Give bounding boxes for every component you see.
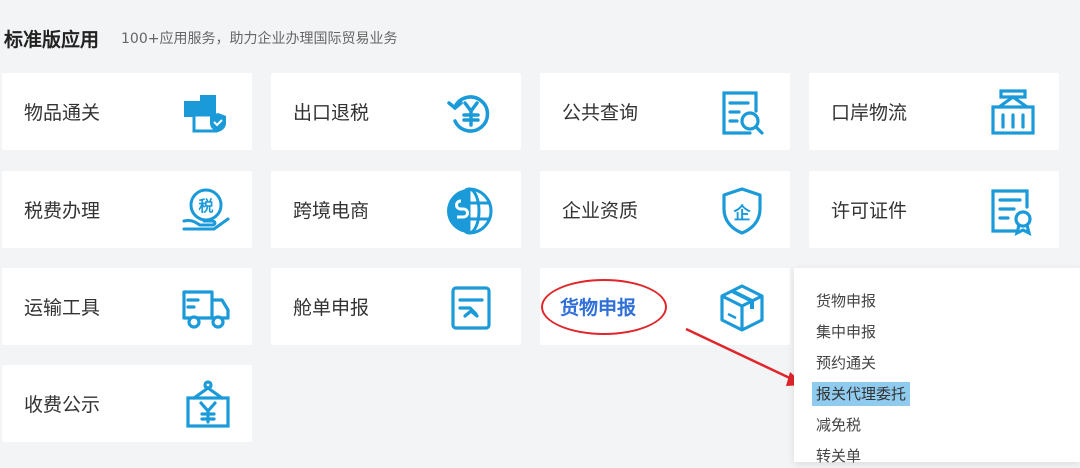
tile-label: 收费公示 (24, 394, 101, 416)
tile-label: 许可证件 (831, 200, 908, 222)
tile-label: 舱单申报 (293, 297, 370, 319)
tile-label: 跨境电商 (293, 200, 370, 222)
public-query-icon (714, 85, 770, 141)
section-title: 标准版应用 (4, 28, 100, 51)
tile-transport-vehicle[interactable]: 运输工具 (2, 268, 252, 345)
tile-label: 企业资质 (562, 200, 639, 222)
tile-label: 公共查询 (562, 102, 639, 124)
svg-text:税: 税 (198, 197, 213, 215)
section-header: 标准版应用 100+应用服务，助力企业办理国际贸易业务 (4, 22, 397, 54)
tile-goods-customs[interactable]: 物品通关 (2, 73, 252, 150)
cargo-declaration-icon (714, 280, 770, 336)
fee-notice-icon (180, 377, 236, 433)
tile-label: 口岸物流 (831, 102, 908, 124)
tile-cross-border-ecommerce[interactable]: 跨境电商 (271, 171, 521, 248)
license-certificate-icon (985, 183, 1041, 239)
manifest-declaration-icon (443, 280, 499, 336)
svg-text:企: 企 (733, 203, 752, 224)
tile-label: 税费办理 (24, 200, 101, 222)
tile-export-tax-refund[interactable]: 出口退税 (271, 73, 521, 150)
tile-public-query[interactable]: 公共查询 (540, 73, 790, 150)
tile-cargo-declaration[interactable]: 货物申报 (540, 268, 790, 345)
port-logistics-icon (985, 85, 1041, 141)
tile-label: 物品通关 (24, 102, 101, 124)
tile-label: 出口退税 (293, 102, 370, 124)
cargo-submenu: 货物申报 集中申报 预约通关 报关代理委托 减免税 转关单 (794, 268, 1080, 465)
submenu-item-cargo-declaration[interactable]: 货物申报 (816, 289, 876, 313)
transport-truck-icon (178, 280, 234, 336)
tile-label: 货物申报 (560, 297, 637, 319)
tile-manifest-declaration[interactable]: 舱单申报 (271, 268, 521, 345)
cross-border-ecommerce-icon (441, 183, 497, 239)
tile-port-logistics[interactable]: 口岸物流 (809, 73, 1059, 150)
tile-fee-notice[interactable]: 收费公示 (2, 365, 252, 442)
submenu-item-tax-exemption[interactable]: 减免税 (816, 413, 861, 437)
submenu-item-customs-agency-entrust[interactable]: 报关代理委托 (812, 382, 911, 406)
tile-label: 运输工具 (24, 297, 101, 319)
export-tax-refund-icon (441, 85, 497, 141)
tile-license-certificate[interactable]: 许可证件 (809, 171, 1059, 248)
goods-customs-icon (178, 85, 234, 141)
tile-tax-payment[interactable]: 税费办理 税 (2, 171, 252, 248)
enterprise-qualification-icon: 企 (714, 183, 770, 239)
tax-payment-icon: 税 (178, 183, 234, 239)
submenu-item-transfer-form[interactable]: 转关单 (816, 444, 861, 468)
submenu-item-appointment-clearance[interactable]: 预约通关 (816, 351, 876, 375)
section-subtitle: 100+应用服务，助力企业办理国际贸易业务 (121, 31, 398, 47)
submenu-item-centralized-declaration[interactable]: 集中申报 (816, 320, 876, 344)
tile-enterprise-qualification[interactable]: 企业资质 企 (540, 171, 790, 248)
